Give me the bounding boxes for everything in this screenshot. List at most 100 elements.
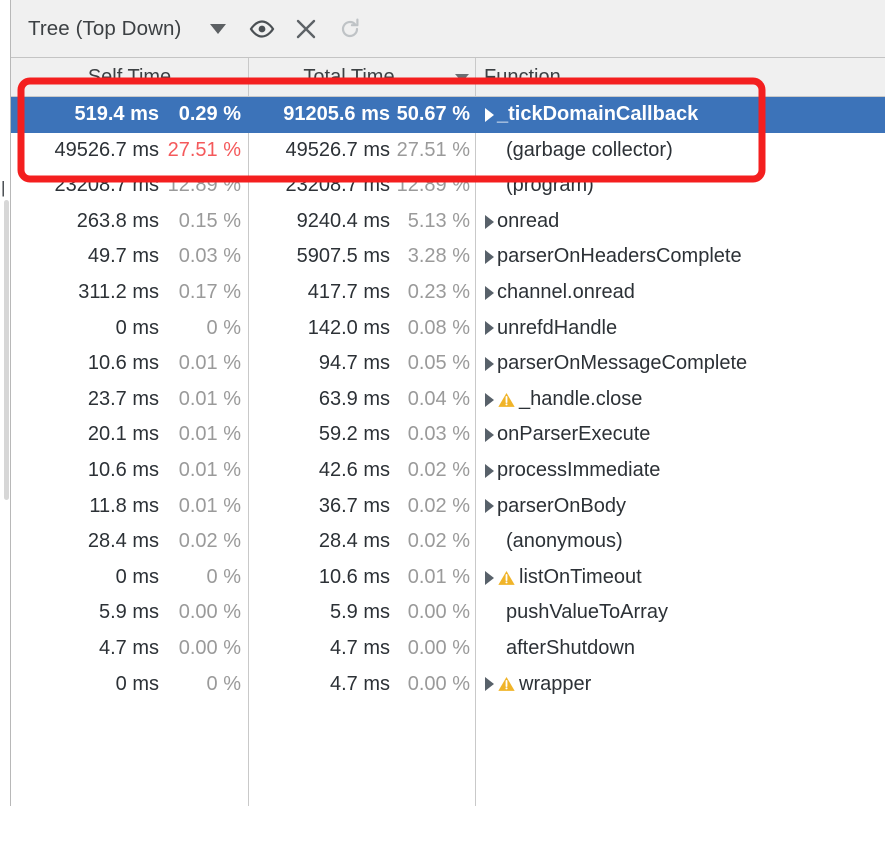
table-empty-space <box>11 702 885 842</box>
cell-self-time-percent: 0.01 % <box>178 352 241 375</box>
cell-total-time-percent: 0.23 % <box>407 280 470 303</box>
cell-self-time-percent: 0.15 % <box>178 209 241 232</box>
cell-function-name[interactable]: _handle.close <box>477 382 885 418</box>
disclosure-triangle-icon[interactable] <box>485 677 494 692</box>
table-row[interactable]: 10.6 ms 0.01 % 94.7 ms 0.05 % parserOnMessag… <box>11 346 885 382</box>
cell-function-name[interactable]: (anonymous) <box>477 524 885 560</box>
cell-function-name[interactable]: parserOnBody <box>477 489 885 525</box>
table-row[interactable]: 28.4 ms 0.02 % 28.4 ms 0.02 % (anonymous) <box>11 524 885 560</box>
cell-function-name[interactable]: onParserExecute <box>477 417 885 453</box>
cell-self-time-percent: 0.01 % <box>178 458 241 481</box>
cell-function-name[interactable]: parserOnMessageComplete <box>477 346 885 382</box>
table-row[interactable]: 5.9 ms 0.00 % 5.9 ms 0.00 % pushValueToArray <box>11 595 885 631</box>
column-header-function[interactable]: Function <box>476 58 885 96</box>
table-row[interactable]: 10.6 ms 0.01 % 42.6 ms 0.02 % processImmedia… <box>11 453 885 489</box>
cell-total-time-percent: 27.51 % <box>396 138 470 161</box>
cell-self-time-ms: 49.7 ms <box>87 245 159 268</box>
disclosure-triangle-icon[interactable] <box>485 214 494 229</box>
table-row[interactable]: 263.8 ms 0.15 % 9240.4 ms 5.13 % onread <box>11 204 885 240</box>
vertical-scrollbar[interactable] <box>4 200 9 500</box>
cell-total-time-ms: 5.9 ms <box>329 601 390 624</box>
disclosure-triangle-icon[interactable] <box>485 428 494 443</box>
disclosure-triangle-icon[interactable] <box>485 463 494 478</box>
cell-function-name[interactable]: listOnTimeout <box>477 560 885 596</box>
disclosure-triangle-icon[interactable] <box>485 499 494 514</box>
table-row[interactable]: 49526.7 ms 27.51 % 49526.7 ms 27.51 % (garba… <box>11 133 885 169</box>
warning-triangle-icon <box>497 675 516 693</box>
refresh-icon[interactable] <box>335 14 365 44</box>
cell-function-name[interactable]: (program) <box>477 168 885 204</box>
cell-self-time-ms: 23.7 ms <box>87 387 159 410</box>
function-name-label: (garbage collector) <box>506 138 673 161</box>
disclosure-triangle-icon[interactable] <box>485 356 494 371</box>
table-row[interactable]: 0 ms 0 % 10.6 ms 0.01 % listOnTimeout <box>11 560 885 596</box>
table-row[interactable]: 0 ms 0 % 142.0 ms 0.08 % unrefdHandle <box>11 311 885 347</box>
cell-function-name[interactable]: onread <box>477 204 885 240</box>
cell-total-time-ms: 142.0 ms <box>307 316 390 339</box>
column-header-self-time[interactable]: Self Time <box>11 58 248 96</box>
cell-total-time-percent: 5.13 % <box>407 209 470 232</box>
table-row[interactable]: 0 ms 0 % 4.7 ms 0.00 % wrapper <box>11 667 885 703</box>
warning-triangle-icon <box>497 569 516 587</box>
cell-function-name[interactable]: wrapper <box>477 667 885 703</box>
cell-total-time-ms: 94.7 ms <box>318 352 390 375</box>
close-icon[interactable] <box>291 14 321 44</box>
cell-total-time-percent: 0.02 % <box>407 494 470 517</box>
cell-self-time-ms: 263.8 ms <box>76 209 159 232</box>
cell-function-name[interactable]: _tickDomainCallback <box>477 97 885 133</box>
cell-function-name[interactable]: afterShutdown <box>477 631 885 667</box>
function-name-label: parserOnHeadersComplete <box>497 245 742 268</box>
function-name-label: _tickDomainCallback <box>497 103 699 125</box>
column-header-total-time[interactable]: Total Time <box>249 58 475 96</box>
cell-function-name[interactable]: parserOnHeadersComplete <box>477 239 885 275</box>
table-body: 519.4 ms 0.29 % 91205.6 ms 50.67 % _tickDoma… <box>11 97 885 842</box>
left-gutter: | <box>0 0 10 806</box>
function-name-label: _handle.close <box>519 387 643 410</box>
cell-self-time-ms: 311.2 ms <box>78 280 159 303</box>
cell-total-time-ms: 4.7 ms <box>329 636 390 659</box>
cell-self-time-ms: 23208.7 ms <box>54 174 159 197</box>
cell-function-name[interactable]: pushValueToArray <box>477 595 885 631</box>
table-row[interactable]: 23208.7 ms 12.89 % 23208.7 ms 12.89 % (progr… <box>11 168 885 204</box>
disclosure-triangle-icon[interactable] <box>485 107 494 122</box>
cell-function-name[interactable]: processImmediate <box>477 453 885 489</box>
disclosure-triangle-icon[interactable] <box>485 570 494 585</box>
table-row[interactable]: 23.7 ms 0.01 % 63.9 ms 0.04 % _handle.close <box>11 382 885 418</box>
cell-self-time-percent: 0.02 % <box>178 530 241 553</box>
cell-total-time-ms: 5907.5 ms <box>296 245 390 268</box>
chevron-down-icon[interactable] <box>203 14 233 44</box>
cell-total-time-percent: 0.00 % <box>407 636 470 659</box>
cell-function-name[interactable]: (garbage collector) <box>477 133 885 169</box>
table-row[interactable]: 20.1 ms 0.01 % 59.2 ms 0.03 % onParserExecut… <box>11 417 885 453</box>
cell-total-time-ms: 417.7 ms <box>307 280 390 303</box>
table-header-row: Self Time Total Time Function <box>11 58 885 97</box>
cell-total-time-ms: 28.4 ms <box>318 530 390 553</box>
disclosure-triangle-icon[interactable] <box>485 321 494 336</box>
table-row[interactable]: 11.8 ms 0.01 % 36.7 ms 0.02 % parserOnBody <box>11 489 885 525</box>
table-row[interactable]: 49.7 ms 0.03 % 5907.5 ms 3.28 % parserOnHead… <box>11 239 885 275</box>
table-row[interactable]: 519.4 ms 0.29 % 91205.6 ms 50.67 % _tickDoma… <box>11 97 885 133</box>
disclosure-triangle-icon[interactable] <box>485 285 494 300</box>
disclosure-triangle-icon[interactable] <box>485 250 494 265</box>
cell-self-time-ms: 28.4 ms <box>87 530 159 553</box>
disclosure-triangle-icon[interactable] <box>485 392 494 407</box>
cell-function-name[interactable]: unrefdHandle <box>477 311 885 347</box>
table-row[interactable]: 311.2 ms 0.17 % 417.7 ms 0.23 % channel.onre… <box>11 275 885 311</box>
table-row[interactable]: 4.7 ms 0.00 % 4.7 ms 0.00 % afterShutdown <box>11 631 885 667</box>
cell-total-time-ms: 49526.7 ms <box>285 138 390 161</box>
function-name-label: parserOnBody <box>497 494 626 517</box>
view-mode-label: Tree (Top Down) <box>28 16 182 40</box>
cell-self-time-percent: 27.51 % <box>167 138 241 161</box>
cell-self-time-percent: 0.00 % <box>178 601 241 624</box>
eye-icon[interactable] <box>247 14 277 44</box>
cell-self-time-percent: 0.03 % <box>178 245 241 268</box>
cell-total-time-ms: 59.2 ms <box>318 423 390 446</box>
cell-self-time-ms: 0 ms <box>115 565 159 588</box>
cell-self-time-ms: 11.8 ms <box>89 494 159 517</box>
profiler-table: Self Time Total Time Function 519.4 ms 0.… <box>11 58 885 806</box>
profiler-tree-panel: | Tree (Top Down) Self Time Total Time F… <box>0 0 885 806</box>
cell-total-time-percent: 0.04 % <box>407 387 470 410</box>
cell-function-name[interactable]: channel.onread <box>477 275 885 311</box>
